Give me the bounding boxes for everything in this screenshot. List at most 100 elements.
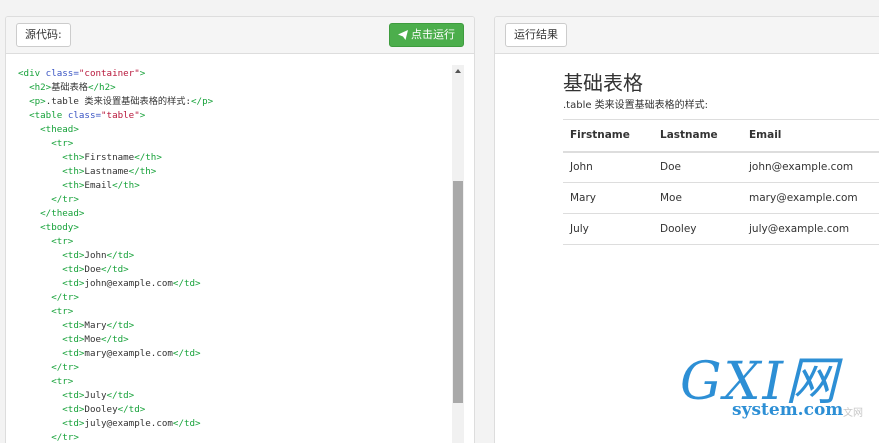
page-root: 源代码: 点击运行 <div class="container"> <h2>基础… [0, 0, 879, 443]
code-line: <td>Doe</td> [18, 263, 213, 277]
table-cell: july@example.com [742, 213, 879, 245]
code-line: <td>John</td> [18, 249, 213, 263]
code-token: <th> [62, 152, 85, 163]
code-token: <td> [62, 250, 85, 261]
code-token: </td> [101, 264, 129, 275]
code-line: <td>Mary</td> [18, 319, 213, 333]
code-token: 基础表格 [51, 82, 88, 93]
code-token: <tr> [51, 306, 74, 317]
code-token: John [84, 250, 107, 261]
code-token: Moe [84, 334, 102, 345]
code-token: <thead> [40, 124, 79, 135]
code-token: </tr> [51, 362, 79, 373]
code-line: <td>john@example.com</td> [18, 277, 213, 291]
source-code-label-button[interactable]: 源代码: [16, 23, 71, 47]
code-line: <tr> [18, 305, 213, 319]
code-token: Firstname [84, 152, 135, 163]
table-header-cell: Email [742, 119, 879, 153]
code-token: <tr> [51, 376, 74, 387]
code-token: class= [45, 68, 79, 79]
code-token: </td> [101, 334, 129, 345]
code-line: <td>Moe</td> [18, 333, 213, 347]
code-token: july@example.com [84, 418, 173, 429]
code-token: <table [29, 110, 68, 121]
code-token: <tr> [51, 236, 74, 247]
scroll-up-arrow-icon[interactable] [452, 65, 464, 77]
code-editor[interactable]: <div class="container"> <h2>基础表格</h2> <p… [6, 55, 474, 443]
run-button[interactable]: 点击运行 [389, 23, 464, 47]
code-token: <tr> [51, 138, 74, 149]
code-token: <div [18, 68, 46, 79]
code-token: </tr> [51, 194, 79, 205]
code-token: <td> [62, 348, 85, 359]
code-token: </h2> [87, 82, 116, 93]
code-line: <th>Lastname</th> [18, 165, 213, 179]
code-token: > [139, 110, 146, 121]
code-token: </td> [117, 404, 146, 415]
code-line: <tr> [18, 375, 213, 389]
code-token: <p> [29, 96, 46, 107]
result-label-button[interactable]: 运行结果 [505, 23, 567, 47]
table-cell: Dooley [653, 213, 742, 245]
code-token: <td> [62, 418, 85, 429]
code-line: <td>mary@example.com</td> [18, 347, 213, 361]
code-line: <tr> [18, 137, 213, 151]
code-token: </th> [112, 180, 140, 191]
code-token: Email [84, 180, 113, 191]
code-token: class= [67, 110, 102, 121]
run-button-label: 点击运行 [411, 29, 455, 41]
code-token: <th> [62, 180, 85, 191]
code-line: </tr> [18, 193, 213, 207]
table-cell: Doe [653, 151, 742, 183]
code-token: <tbody> [40, 222, 79, 233]
code-token: <td> [62, 390, 85, 401]
code-token: .table 类来设置基础表格的样式: [45, 96, 192, 107]
code-token: </tr> [51, 292, 79, 303]
code-token: Dooley [84, 404, 118, 415]
code-token: <h2> [29, 82, 52, 93]
editor-scrollbar[interactable] [452, 65, 464, 443]
code-token: </td> [172, 418, 201, 429]
code-text[interactable]: <div class="container"> <h2>基础表格</h2> <p… [18, 67, 213, 443]
code-token: <td> [62, 404, 85, 415]
code-line: </tr> [18, 291, 213, 305]
code-token: Lastname [84, 166, 129, 177]
code-token: </td> [106, 250, 135, 261]
code-token: > [139, 68, 146, 79]
table-cell: John [563, 151, 653, 183]
code-token: </th> [128, 166, 157, 177]
result-panel-header: 运行结果 [495, 17, 879, 54]
watermark-tail-text: 文网 [843, 408, 863, 419]
table-cell: Mary [563, 182, 653, 214]
code-line: <td>July</td> [18, 389, 213, 403]
site-watermark-logo: GXI网 system.com 文网 [680, 352, 879, 432]
result-heading: 基础表格 [563, 71, 643, 95]
scrollbar-thumb[interactable] [453, 181, 463, 403]
code-token: <td> [62, 278, 85, 289]
source-panel-header: 源代码: 点击运行 [6, 17, 474, 54]
result-paragraph: .table 类来设置基础表格的样式: [563, 100, 709, 111]
code-line: <h2>基础表格</h2> [18, 81, 213, 95]
code-line: <table class="table"> [18, 109, 213, 123]
code-token: "table" [101, 110, 140, 121]
source-code-panel: 源代码: 点击运行 <div class="container"> <h2>基础… [5, 16, 475, 443]
